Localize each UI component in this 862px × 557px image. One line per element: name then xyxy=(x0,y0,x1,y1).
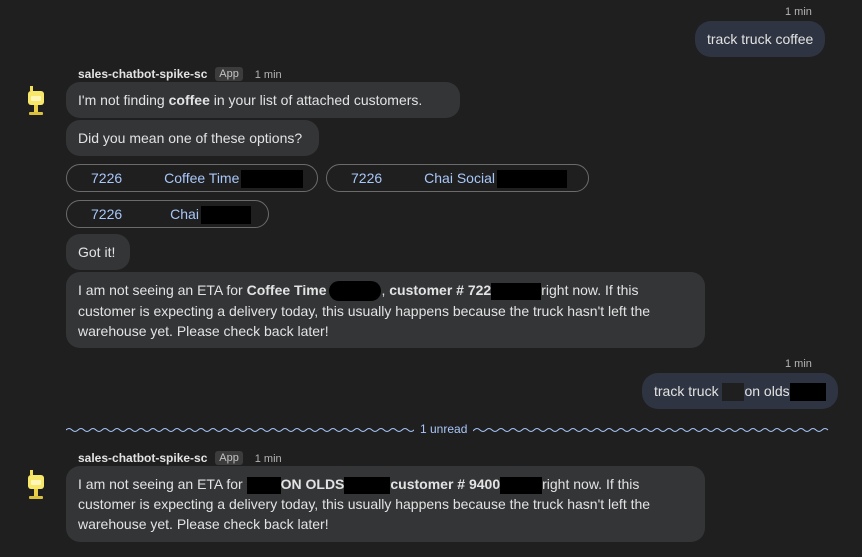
message-text: Got it! xyxy=(78,244,116,260)
redaction xyxy=(241,170,304,189)
app-badge: App xyxy=(215,451,243,466)
bot-message-header: sales-chatbot-spike-sc App 1 min xyxy=(78,449,282,466)
option-chip[interactable]: 7226 Chai xyxy=(66,200,269,228)
message-bold-text: coffee xyxy=(168,92,210,108)
redaction xyxy=(122,206,171,225)
user-message-bubble: track truck coffee xyxy=(695,21,826,57)
message-line: warehouse yet. Please check back later! xyxy=(78,516,329,532)
message-line: warehouse yet. Please check back later! xyxy=(78,323,329,340)
option-number: 7226 xyxy=(351,170,383,186)
message-text: track truck xyxy=(654,383,723,399)
option-chip[interactable]: 7226 Coffee Time xyxy=(66,164,318,192)
option-chip[interactable]: 7226 Chai Social xyxy=(326,164,589,192)
sender-name[interactable]: sales-chatbot-spike-sc xyxy=(78,451,207,465)
redaction xyxy=(496,170,567,189)
option-name: Chai Social xyxy=(424,170,495,186)
option-number: 7226 xyxy=(91,170,123,186)
bot-message-bubble: I am not seeing an ETA for ON OLDS custom… xyxy=(66,466,705,542)
app-badge: App xyxy=(215,67,243,82)
bot-message-header: sales-chatbot-spike-sc App 1 min xyxy=(78,65,282,82)
customer-name: ON OLDS xyxy=(280,476,345,492)
message-line: I am not seeing an ETA for Coffee Time, … xyxy=(78,280,693,302)
redaction xyxy=(789,383,826,402)
message-time: 1 min xyxy=(254,453,282,465)
option-number: 7226 xyxy=(91,206,123,222)
message-text: on olds xyxy=(744,383,790,399)
customer-number: customer # 9400 xyxy=(390,476,501,492)
option-name: Coffee Time xyxy=(164,170,240,186)
lamp-bot-avatar-icon xyxy=(28,86,44,115)
unread-label: 1 unread xyxy=(414,422,474,436)
redaction xyxy=(246,476,281,494)
bot-message-bubble: Got it! xyxy=(66,234,130,270)
message-text: right now. If this xyxy=(542,476,640,492)
message-text: Did you mean one of these options? xyxy=(78,130,303,146)
redaction xyxy=(200,206,251,225)
bot-avatar-icon[interactable] xyxy=(25,470,47,500)
bot-message-bubble: I am not seeing an ETA for Coffee Time, … xyxy=(66,272,705,348)
message-line: customer is expecting a delivery today, … xyxy=(78,496,651,512)
option-name: Chai xyxy=(170,206,199,222)
redaction xyxy=(491,282,542,300)
message-line: I am not seeing an ETA for ON OLDS custom… xyxy=(78,474,693,494)
customer-number: customer # 722 xyxy=(389,282,492,298)
message-text: I'm not finding xyxy=(78,92,169,108)
message-text: I am not seeing an ETA for xyxy=(78,282,247,298)
redaction xyxy=(329,281,382,302)
bot-message-bubble: Did you mean one of these options? xyxy=(66,120,319,156)
redaction xyxy=(344,476,391,494)
redaction xyxy=(122,170,165,189)
message-line: customer is expecting a delivery today, … xyxy=(78,303,651,320)
user-message-bubble: track truck on olds xyxy=(642,373,838,409)
bot-avatar-icon[interactable] xyxy=(25,86,47,116)
message-time: 1 min xyxy=(785,6,812,18)
redaction xyxy=(722,383,745,402)
bot-message-bubble: I'm not finding coffee in your list of a… xyxy=(66,82,460,118)
redaction xyxy=(382,170,425,189)
message-text: right now. If this xyxy=(541,282,639,298)
lamp-bot-avatar-icon xyxy=(28,470,44,499)
customer-name: Coffee Time xyxy=(246,282,327,298)
message-text: I am not seeing an ETA for xyxy=(78,476,247,492)
sender-name[interactable]: sales-chatbot-spike-sc xyxy=(78,67,207,81)
message-time: 1 min xyxy=(254,69,282,81)
redaction xyxy=(500,476,543,494)
message-text: in your list of attached customers. xyxy=(209,92,423,108)
message-time: 1 min xyxy=(785,358,812,370)
